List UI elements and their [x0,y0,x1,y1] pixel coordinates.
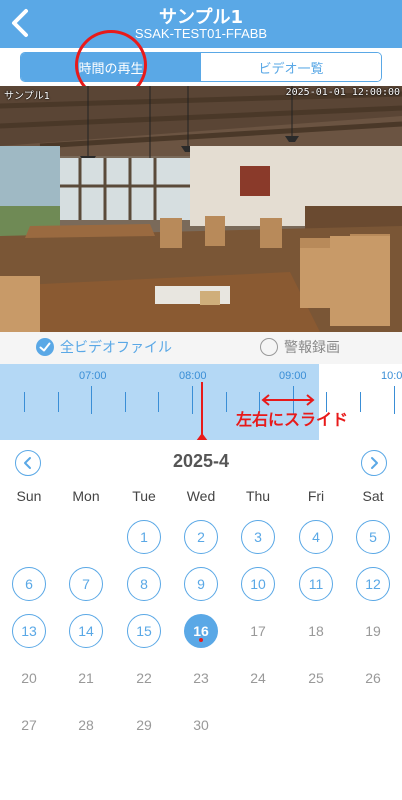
calendar-day[interactable]: 13 [12,614,46,648]
calendar-day[interactable]: 9 [184,567,218,601]
filter-all-label: 全ビデオファイル [60,340,172,356]
calendar-day[interactable]: 17 [241,614,275,648]
radio-icon [260,338,278,356]
timeline-minor-tick [24,392,25,412]
timeline-minor-tick [158,392,159,412]
slide-hint: 左右にスライド [236,410,349,429]
weekday-label: Sun [16,488,42,504]
calendar-day[interactable]: 4 [299,520,333,554]
weekday-row: Sun Mon Tue Wed Thu Fri Sat [0,488,402,512]
playhead[interactable] [201,382,203,437]
calendar-day[interactable]: 10 [241,567,275,601]
weekday-label: Sat [362,488,384,504]
timeline-minor-tick [360,392,361,412]
weekday-label: Tue [132,488,156,504]
calendar: Sun Mon Tue Wed Thu Fri Sat 1 2 3 4 5 6 7 8 9 10 11 12 13 1… [0,484,402,800]
timeline-label: 10:0 [381,370,402,382]
weekday-label: Fri [307,488,325,504]
calendar-day[interactable]: 12 [356,567,390,601]
calendar-day[interactable]: 11 [299,567,333,601]
calendar-header: 2025-4 [0,440,402,484]
calendar-day[interactable]: 1 [127,520,161,554]
recording-filter: 全ビデオファイル 警報録画 [0,332,402,364]
next-month-button[interactable] [361,450,387,476]
calendar-day[interactable]: 19 [356,614,390,648]
calendar-day[interactable]: 30 [184,708,218,742]
calendar-day[interactable]: 15 [127,614,161,648]
calendar-day[interactable]: 7 [69,567,103,601]
timeline-minor-tick [125,392,126,412]
filter-alarm-recording[interactable]: 警報録画 [260,337,340,357]
timeline-minor-tick [226,392,227,412]
calendar-day[interactable]: 21 [69,661,103,695]
calendar-day[interactable]: 25 [299,661,333,695]
calendar-day[interactable]: 28 [69,708,103,742]
recording-dot [199,638,203,642]
timeline-major-tick [192,386,193,414]
calendar-day[interactable]: 8 [127,567,161,601]
video-player[interactable]: サンプル1 2025-01-01 12:00:00 [0,86,402,332]
weekday-label: Thu [245,488,271,504]
app-header: サンプル1 SSAK-TEST01-FFABB [0,0,402,48]
calendar-day[interactable]: 18 [299,614,333,648]
filter-all-videos[interactable]: 全ビデオファイル [36,337,172,357]
timeline-major-tick [394,386,395,414]
check-icon [36,338,54,356]
left-right-arrow-icon [261,394,315,406]
filter-alarm-label: 警報録画 [284,340,340,356]
calendar-day[interactable]: 20 [12,661,46,695]
weekday-label: Mon [72,488,100,504]
restaurant-interior-image [0,86,402,332]
calendar-day[interactable]: 29 [127,708,161,742]
playhead-marker [196,433,208,440]
calendar-day-selected[interactable]: 16 [184,614,218,648]
datetime-overlay: 2025-01-01 12:00:00 [285,87,400,98]
calendar-day[interactable]: 2 [184,520,218,554]
camera-name-overlay: サンプル1 [4,91,50,102]
calendar-day[interactable]: 3 [241,520,275,554]
timeline-label: 07:00 [79,370,107,382]
calendar-day[interactable]: 27 [12,708,46,742]
calendar-day[interactable]: 5 [356,520,390,554]
device-id: SSAK-TEST01-FFABB [134,26,268,41]
timeline-minor-tick [58,392,59,412]
calendar-day[interactable]: 23 [184,661,218,695]
timeline-scrubber[interactable]: 07:00 08:00 09:00 10:0 左右にスライド [0,364,402,440]
month-label: 2025-4 [172,451,230,471]
timeline-label: 09:00 [279,370,307,382]
calendar-day[interactable]: 14 [69,614,103,648]
weekday-label: Wed [186,488,216,504]
timeline-label: 08:00 [179,370,207,382]
tab-video-list[interactable]: ビデオ一覧 [201,53,381,81]
chevron-right-icon [371,457,378,469]
calendar-day[interactable]: 6 [12,567,46,601]
calendar-day[interactable]: 26 [356,661,390,695]
calendar-day[interactable]: 22 [127,661,161,695]
timeline-major-tick [91,386,92,414]
calendar-day[interactable]: 24 [241,661,275,695]
